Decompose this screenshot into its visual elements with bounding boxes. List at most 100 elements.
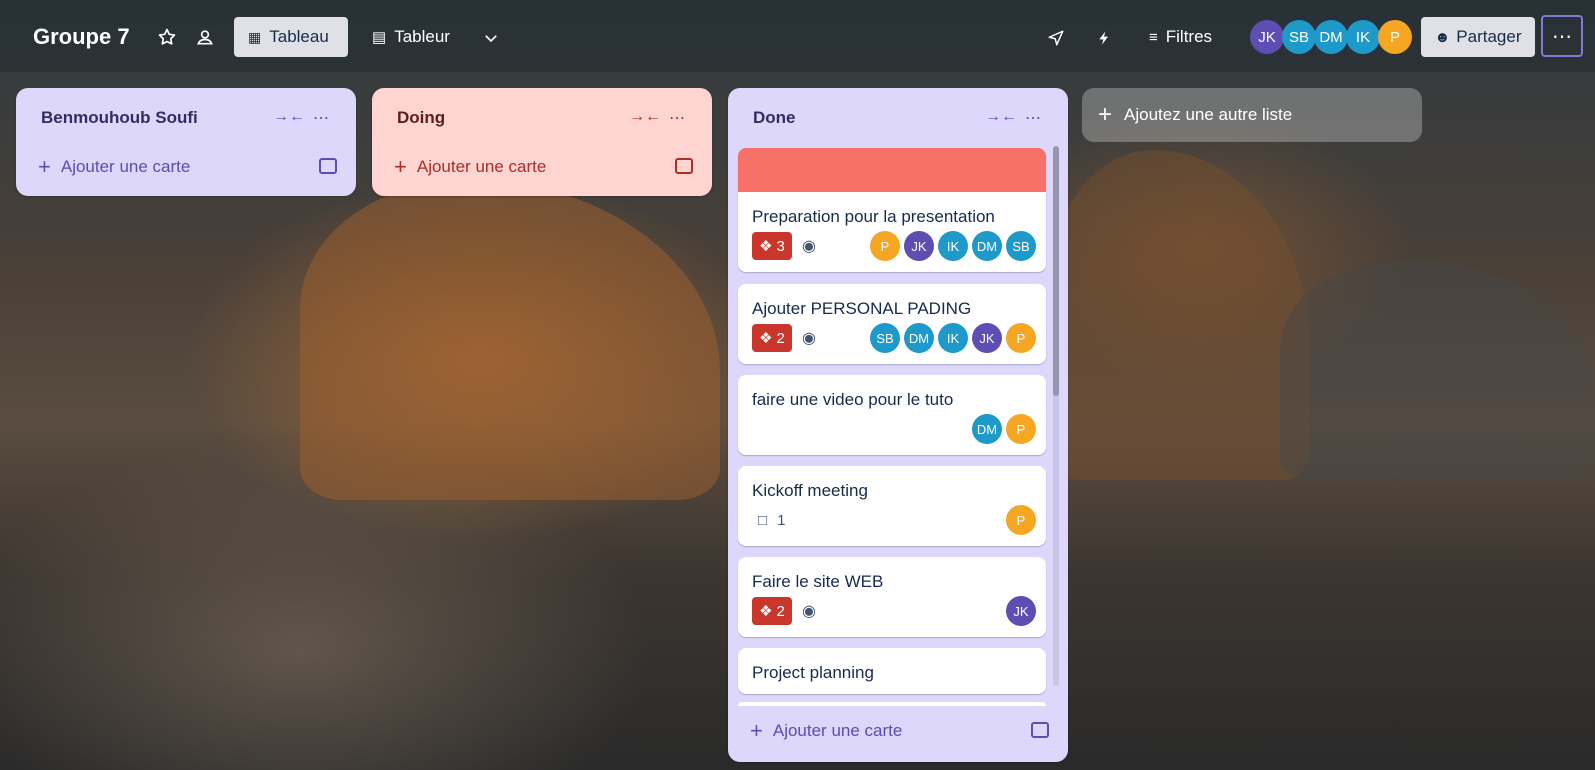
list-title[interactable]: Doing xyxy=(397,108,445,128)
plus-icon: + xyxy=(394,154,407,179)
collapse-list-icon[interactable]: →← xyxy=(985,108,1017,126)
card-template-icon[interactable] xyxy=(319,158,337,174)
card-title: faire une video pour le tuto xyxy=(752,390,954,409)
avatar[interactable]: JK xyxy=(1250,20,1284,54)
avatar[interactable]: P xyxy=(1006,414,1036,444)
chevron-down-icon[interactable] xyxy=(480,27,502,49)
add-list-label: Ajoutez une autre liste xyxy=(1124,105,1293,124)
card-peek xyxy=(738,702,1046,706)
avatar[interactable]: P xyxy=(1006,505,1036,535)
table-view-icon: ▤ xyxy=(372,29,387,46)
list-benmouhoub-soufi: Benmouhoub Soufi →← ⋯ + Ajouter une cart… xyxy=(16,88,356,196)
view-tab-label: Tableur xyxy=(394,27,450,46)
list-title[interactable]: Done xyxy=(753,108,796,128)
add-card-button[interactable]: + Ajouter une carte xyxy=(750,718,902,744)
board-view-icon: ▦ xyxy=(248,28,262,45)
background-mountain xyxy=(300,180,720,500)
plus-icon: + xyxy=(38,154,51,179)
add-card-label: Ajouter une carte xyxy=(60,157,191,176)
watch-icon: ◉ xyxy=(802,603,816,620)
watch-icon: ◉ xyxy=(802,238,816,255)
card-cover xyxy=(738,148,1046,192)
list-menu-icon[interactable]: ⋯ xyxy=(669,108,685,128)
list-scrollbar-thumb[interactable] xyxy=(1053,146,1059,396)
add-list-button[interactable]: + Ajoutez une autre liste xyxy=(1082,88,1422,142)
list-doing: Doing →← ⋯ + Ajouter une carte xyxy=(372,88,712,196)
list-menu-icon[interactable]: ⋯ xyxy=(1025,108,1041,128)
watch-icon: ◉ xyxy=(802,330,816,347)
avatar[interactable]: DM xyxy=(972,414,1002,444)
card-members: P JK IK DM SB xyxy=(866,231,1036,261)
view-tab-table[interactable]: ▤ Tableur xyxy=(358,17,470,57)
add-card-label: Ajouter une carte xyxy=(416,157,547,176)
card-members: SB DM IK JK P xyxy=(866,323,1036,353)
card-members: DM P xyxy=(968,414,1036,444)
star-icon[interactable] xyxy=(156,26,178,48)
board-members: JK SB DM IK P xyxy=(1250,20,1412,54)
avatar[interactable]: DM xyxy=(1314,20,1348,54)
avatar[interactable]: IK xyxy=(938,323,968,353)
card-members: JK xyxy=(1002,596,1036,626)
avatar[interactable]: P xyxy=(1006,323,1036,353)
add-card-label: Ajouter une carte xyxy=(772,721,903,740)
card[interactable]: Preparation pour la presentation ❖ 3 ◉ P … xyxy=(738,148,1046,272)
collapse-list-icon[interactable]: →← xyxy=(629,108,661,126)
card-title: Ajouter PERSONAL PADING xyxy=(752,299,972,318)
card-title: Project planning xyxy=(752,663,874,682)
plus-icon: + xyxy=(750,718,763,743)
list-menu-icon[interactable]: ⋯ xyxy=(313,108,329,128)
card-title: Preparation pour la presentation xyxy=(752,207,995,226)
avatar[interactable]: DM xyxy=(972,231,1002,261)
due-badge: ❖ 2 xyxy=(752,597,792,625)
background-mountain xyxy=(1280,260,1595,480)
filters-button[interactable]: ≡ Filtres xyxy=(1135,17,1235,57)
add-card-button[interactable]: + Ajouter une carte xyxy=(38,154,190,180)
view-tab-board[interactable]: ▦ Tableau xyxy=(234,17,348,57)
pin-icon: ❖ xyxy=(759,603,773,620)
comment-badge: □ 1 xyxy=(758,512,786,529)
board-header: Groupe 7 ▦ Tableau ▤ Tableur ≡ Filtres J… xyxy=(0,0,1595,72)
list-done: Done →← ⋯ Preparation pour la presentati… xyxy=(728,88,1068,762)
view-tab-label: Tableau xyxy=(269,27,329,46)
avatar[interactable]: P xyxy=(870,231,900,261)
card-members: P xyxy=(1002,505,1036,535)
card-template-icon[interactable] xyxy=(1031,722,1049,738)
share-label: Partager xyxy=(1456,27,1522,46)
background-mountain xyxy=(1050,150,1310,480)
filters-label: Filtres xyxy=(1165,27,1213,46)
card[interactable]: faire une video pour le tuto DM P xyxy=(738,375,1046,455)
card[interactable]: Project planning xyxy=(738,648,1046,694)
due-badge: ❖ 3 xyxy=(752,232,792,260)
comment-icon: □ xyxy=(758,512,768,529)
card-title: Faire le site WEB xyxy=(752,572,884,591)
card-template-icon[interactable] xyxy=(675,158,693,174)
avatar[interactable]: JK xyxy=(904,231,934,261)
filter-icon: ≡ xyxy=(1149,28,1158,46)
more-menu-button[interactable]: ⋯ xyxy=(1541,15,1583,57)
add-card-button[interactable]: + Ajouter une carte xyxy=(394,154,546,180)
avatar[interactable]: P xyxy=(1378,20,1412,54)
pin-icon: ❖ xyxy=(759,238,773,255)
avatar[interactable]: DM xyxy=(904,323,934,353)
collapse-list-icon[interactable]: →← xyxy=(273,108,305,126)
list-title[interactable]: Benmouhoub Soufi xyxy=(41,108,198,128)
avatar[interactable]: JK xyxy=(972,323,1002,353)
card[interactable]: Ajouter PERSONAL PADING ❖ 2 ◉ SB DM IK JK… xyxy=(738,284,1046,364)
card[interactable]: Kickoff meeting □ 1 P xyxy=(738,466,1046,546)
plus-icon: + xyxy=(1098,101,1113,128)
power-ups-icon[interactable] xyxy=(1045,27,1067,49)
pin-icon: ❖ xyxy=(759,330,773,347)
card-title: Kickoff meeting xyxy=(752,481,868,500)
avatar[interactable]: IK xyxy=(938,231,968,261)
share-button[interactable]: ☻ Partager xyxy=(1421,17,1535,57)
avatar[interactable]: JK xyxy=(1006,596,1036,626)
avatar[interactable]: SB xyxy=(1282,20,1316,54)
card[interactable]: Faire le site WEB ❖ 2 ◉ JK xyxy=(738,557,1046,637)
board-title[interactable]: Groupe 7 xyxy=(33,24,130,50)
add-user-icon: ☻ xyxy=(1434,28,1451,46)
avatar[interactable]: IK xyxy=(1346,20,1380,54)
workspace-visibility-icon[interactable] xyxy=(194,26,216,48)
avatar[interactable]: SB xyxy=(1006,231,1036,261)
automation-icon[interactable] xyxy=(1093,27,1115,49)
avatar[interactable]: SB xyxy=(870,323,900,353)
